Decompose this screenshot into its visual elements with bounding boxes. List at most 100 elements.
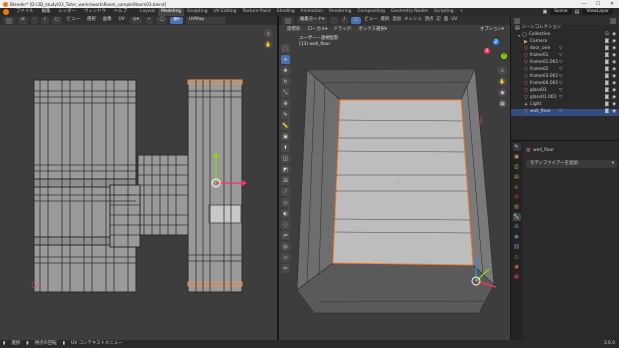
- gizmo-y-axis[interactable]: Y: [501, 53, 507, 59]
- visibility-toggle-icon[interactable]: ◉: [612, 75, 616, 80]
- transform-tool-icon[interactable]: ⊕: [281, 99, 290, 108]
- mode-dropdown[interactable]: 編集モード ▾: [297, 17, 328, 24]
- vertex-select-mode[interactable]: ·: [330, 17, 338, 24]
- 3d-viewport[interactable]: 座標系: ローカル ▾ ドラッグ: ボックス選択 ▾ オプション ▾ ユーザー・透視投…: [279, 25, 510, 340]
- add-cube-tool-icon[interactable]: ▣: [281, 132, 290, 141]
- vp-menu-add[interactable]: 追加: [392, 17, 401, 22]
- outliner-item[interactable]: ▽ frame04.001 ▽ ◙ ◉: [511, 81, 619, 88]
- outliner-collection[interactable]: ▾ ▢ Collection ☑ ◉: [511, 32, 619, 39]
- gizmo-z-axis[interactable]: Z: [493, 39, 499, 45]
- outliner-item[interactable]: ▽ frame03.001 ▽ ◙ ◉: [511, 74, 619, 81]
- outliner-filter-icon[interactable]: [610, 17, 616, 24]
- menu-help[interactable]: ヘルプ: [110, 9, 131, 14]
- edge-slide-tool-icon[interactable]: ⇌: [281, 231, 290, 240]
- editor-type-dropdown[interactable]: [282, 17, 294, 24]
- inset-tool-icon[interactable]: ◫: [281, 154, 290, 163]
- uv-proportional-toggle[interactable]: ◯: [156, 17, 168, 24]
- render-toggle-icon[interactable]: ◙: [605, 54, 609, 59]
- vp-menu-vertex[interactable]: 頂点: [425, 17, 434, 22]
- uv-vertex-select[interactable]: ·: [30, 17, 39, 24]
- output-tab-icon[interactable]: ⎙: [513, 163, 521, 171]
- vp-perspective-icon[interactable]: ▦: [498, 99, 507, 108]
- modifier-tab-icon[interactable]: 🔧: [512, 213, 521, 221]
- workspace-tab-compositing[interactable]: Compositing: [354, 8, 388, 16]
- edge-select-mode[interactable]: /: [340, 17, 349, 24]
- outliner-scene-collection[interactable]: ▤ シーンコレクション: [511, 25, 619, 32]
- rip-tool-icon[interactable]: ✂: [281, 264, 290, 273]
- scene-selector[interactable]: Scene: [550, 8, 572, 16]
- uv-face-select[interactable]: ▢: [51, 17, 62, 24]
- scene-tab-icon[interactable]: ◭: [513, 183, 521, 191]
- vp-menu-view[interactable]: ビュー: [364, 17, 377, 22]
- workspace-tab-layout[interactable]: Layout: [137, 8, 158, 16]
- poly-build-tool-icon[interactable]: ◇: [281, 198, 290, 207]
- workspace-tab-uv-editing[interactable]: UV Editing: [211, 8, 240, 16]
- uv-sync-toggle[interactable]: ⇄: [18, 17, 28, 24]
- visibility-toggle-icon[interactable]: ◉: [612, 40, 616, 45]
- physics-tab-icon[interactable]: ◉: [513, 233, 521, 241]
- uv-zoom-icon[interactable]: ⌕: [264, 29, 273, 38]
- object-tab-icon[interactable]: ▧: [513, 203, 521, 211]
- render-toggle-icon[interactable]: ◙: [605, 47, 609, 52]
- workspace-tab-sculpting[interactable]: Sculpting: [184, 8, 211, 16]
- menu-render[interactable]: レンダー: [54, 9, 80, 14]
- add-modifier-button[interactable]: モディファイアーを追加 ▾: [526, 160, 617, 168]
- particles-tab-icon[interactable]: ⁂: [513, 223, 521, 231]
- visibility-toggle-icon[interactable]: ◉: [612, 110, 616, 115]
- render-toggle-icon[interactable]: ◙: [605, 68, 609, 73]
- render-toggle-icon[interactable]: ◙: [605, 61, 609, 66]
- visibility-toggle-icon[interactable]: ◉: [612, 54, 616, 59]
- spin-tool-icon[interactable]: ◐: [281, 209, 290, 218]
- vp-menu-face[interactable]: 面: [444, 17, 448, 22]
- visibility-toggle-icon[interactable]: ◉: [612, 82, 616, 87]
- annotate-tool-icon[interactable]: ✎: [281, 110, 290, 119]
- view-layer-selector[interactable]: ViewLayer: [582, 8, 613, 16]
- world-tab-icon[interactable]: ◍: [513, 193, 521, 201]
- render-toggle-icon[interactable]: ◙: [605, 96, 609, 101]
- outliner-item[interactable]: ▶ Camera ◙ ◉: [511, 39, 619, 46]
- vp-camera-icon[interactable]: ◉: [498, 88, 507, 97]
- uv-image-browse[interactable]: ▦▾: [170, 17, 183, 24]
- navigation-gizmo[interactable]: Z X Y: [484, 39, 508, 63]
- rotate-tool-icon[interactable]: ↻: [281, 77, 290, 86]
- render-toggle-icon[interactable]: ◙: [605, 103, 609, 108]
- shear-tool-icon[interactable]: ▱: [281, 253, 290, 262]
- outliner-item[interactable]: ✦ Light ◙ ◉: [511, 102, 619, 109]
- workspace-tab-shading[interactable]: Shading: [274, 8, 298, 16]
- outliner-item[interactable]: ▽ frame01 ▽ ◙ ◉: [511, 53, 619, 60]
- vp-zoom-icon[interactable]: ⌕: [498, 66, 507, 75]
- texture-tab-icon[interactable]: ▩: [513, 273, 521, 281]
- vp-menu-select[interactable]: 選択: [380, 17, 389, 22]
- workspace-tab-geometry-nodes[interactable]: Geometry Nodes: [388, 8, 431, 16]
- uv-editor-canvas[interactable]: ⌕ ✋: [0, 25, 277, 340]
- knife-tool-icon[interactable]: ⟋: [281, 187, 290, 196]
- visibility-toggle-icon[interactable]: ◉: [612, 61, 616, 66]
- cursor-tool-icon[interactable]: ✛: [281, 55, 290, 64]
- uv-editor-type-dropdown[interactable]: [3, 17, 15, 24]
- scale-tool-icon[interactable]: ⤡: [281, 88, 290, 97]
- collection-exclude-icon[interactable]: ☑: [605, 33, 609, 38]
- visibility-toggle-icon[interactable]: ◉: [612, 89, 616, 94]
- outliner-item[interactable]: ▽ frame01.001 ▽ ◙ ◉: [511, 60, 619, 67]
- maximize-button[interactable]: ☐: [591, 0, 605, 8]
- select-box-tool-icon[interactable]: ⬚: [281, 44, 290, 53]
- extrude-tool-icon[interactable]: ⬆: [281, 143, 290, 152]
- material-tab-icon[interactable]: ◕: [513, 263, 521, 271]
- minimize-button[interactable]: —: [577, 0, 591, 8]
- constraints-tab-icon[interactable]: ⛓: [513, 243, 521, 251]
- shrink-fatten-tool-icon[interactable]: ◎: [281, 242, 290, 251]
- menu-file[interactable]: ファイル: [12, 9, 38, 14]
- uv-edge-select[interactable]: /: [41, 17, 49, 24]
- menu-edit[interactable]: 編集: [38, 9, 55, 14]
- loop-cut-tool-icon[interactable]: ⊟: [281, 176, 290, 185]
- data-tab-icon[interactable]: △: [513, 253, 521, 261]
- vp-menu-mesh[interactable]: メッシュ: [404, 17, 422, 22]
- outliner-item[interactable]: ▽ door_one ▽ ◙ ◉: [511, 46, 619, 53]
- outliner-editor-icon[interactable]: [514, 17, 520, 24]
- workspace-tab-rendering[interactable]: Rendering: [326, 8, 354, 16]
- uv-image-name-field[interactable]: UVMap: [185, 17, 226, 24]
- bevel-tool-icon[interactable]: ◩: [281, 165, 290, 174]
- blender-menu-icon[interactable]: [3, 9, 9, 15]
- render-toggle-icon[interactable]: ◙: [605, 82, 609, 87]
- uv-pan-icon[interactable]: ✋: [264, 40, 273, 49]
